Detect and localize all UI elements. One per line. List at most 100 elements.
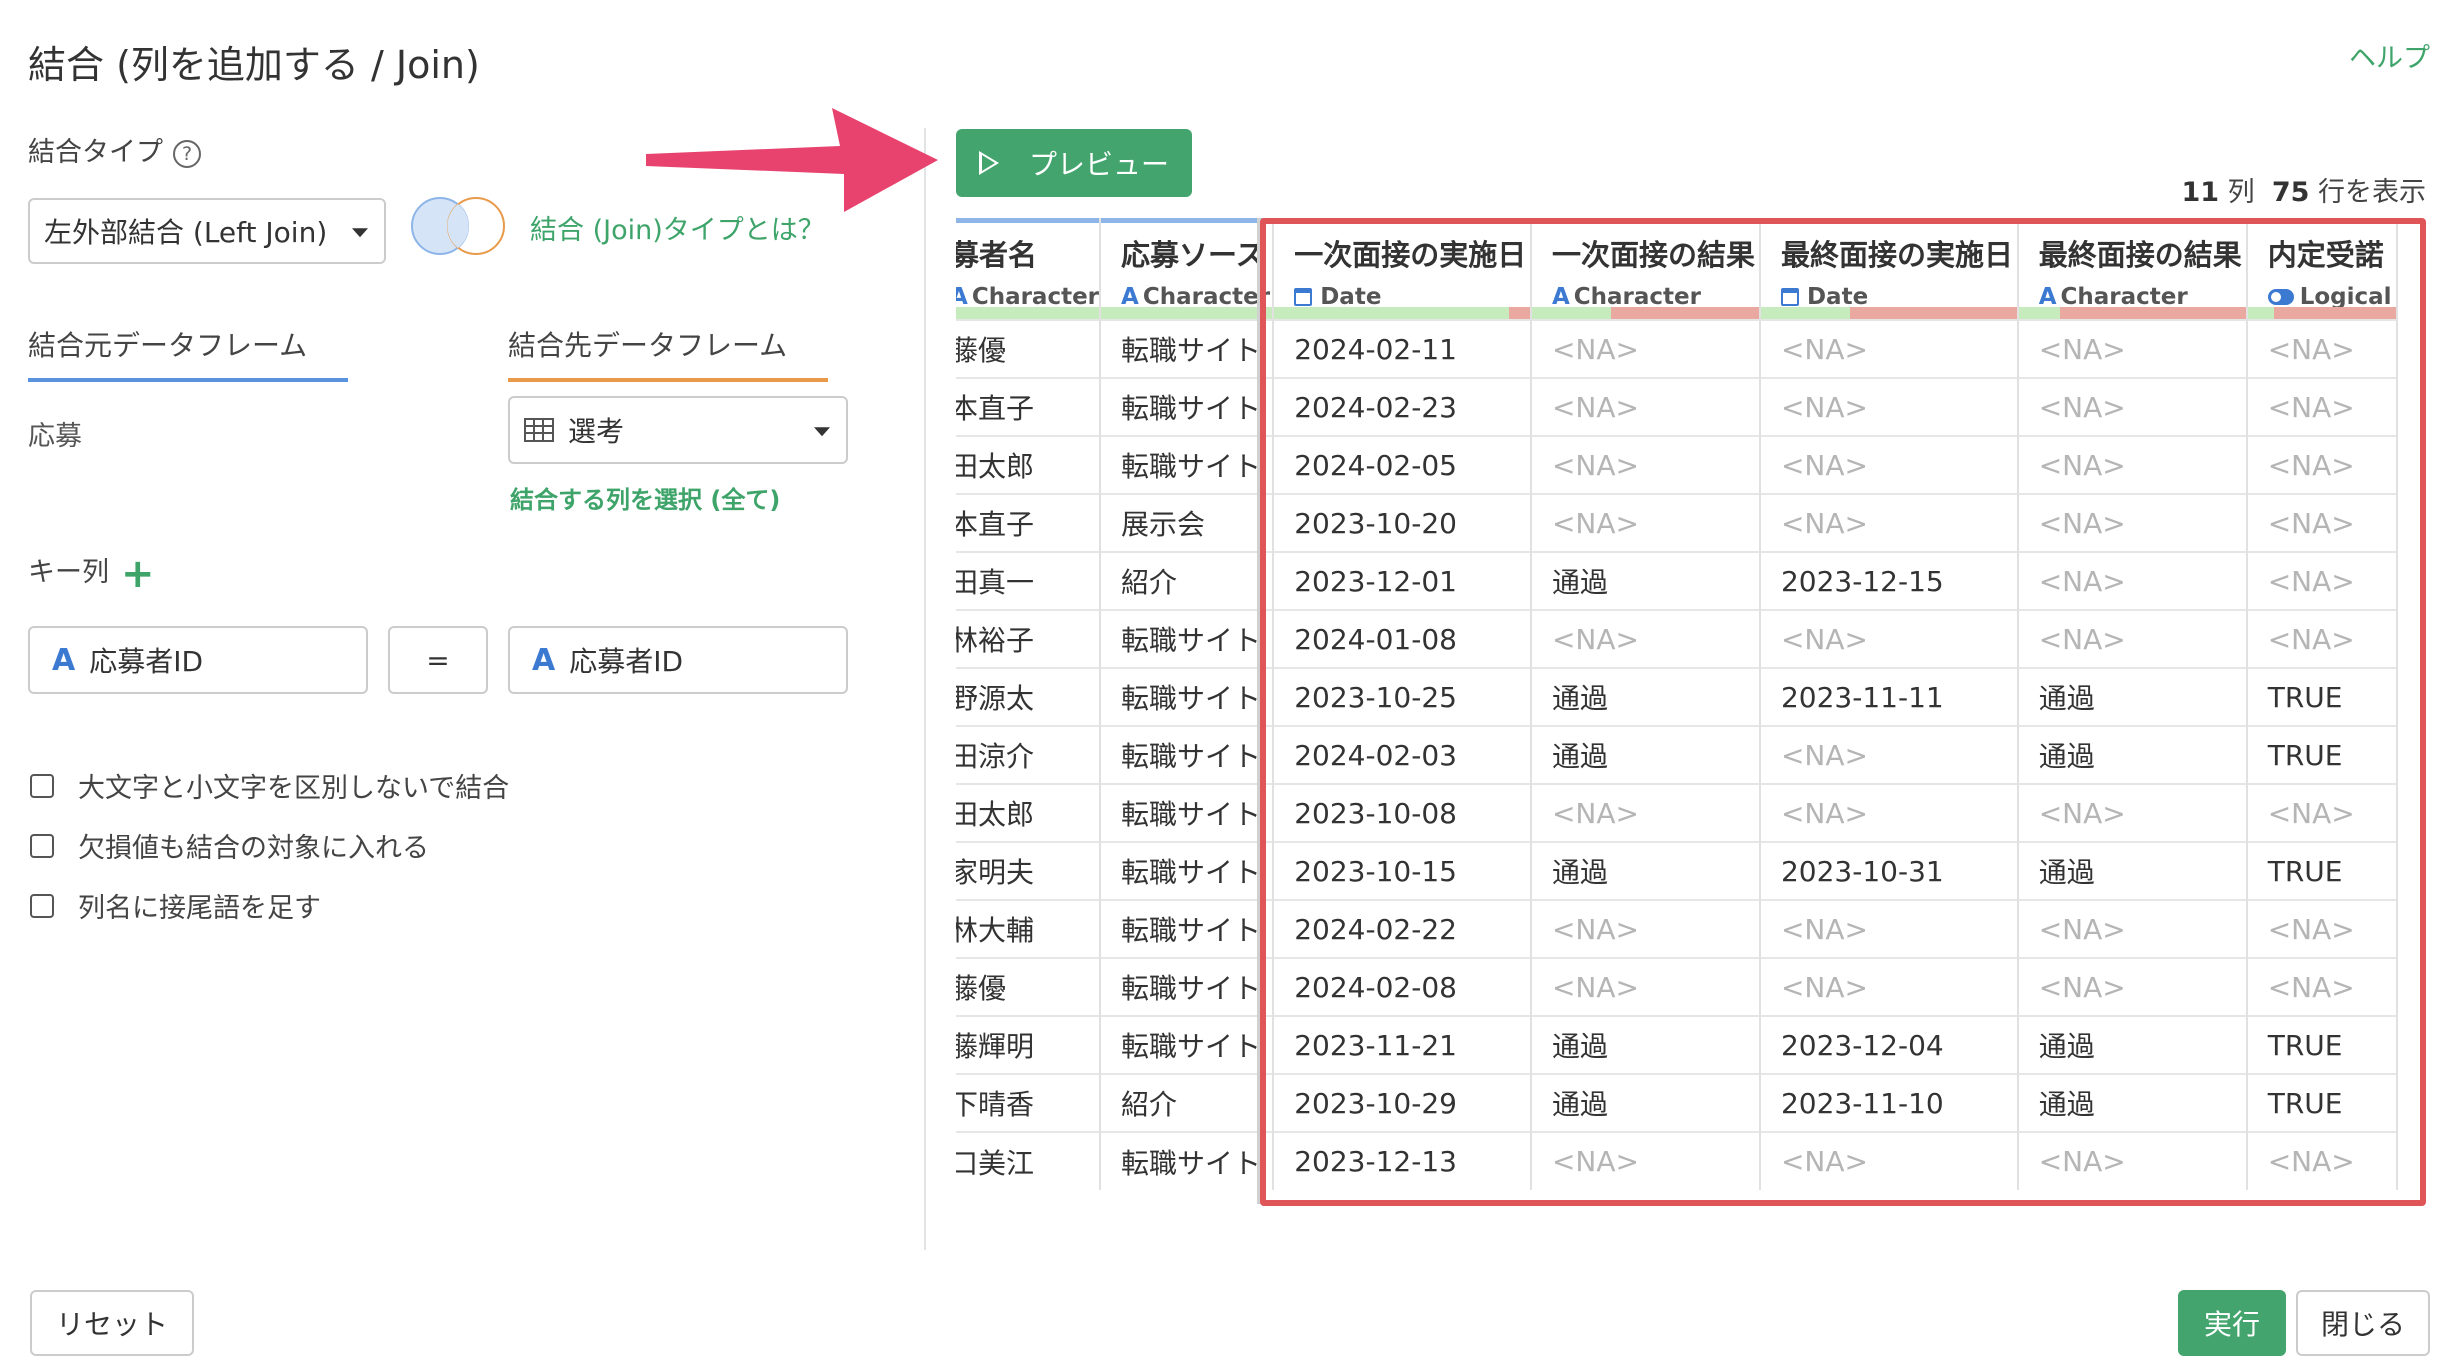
table-cell[interactable]: 紹介 — [1100, 551, 1275, 610]
table-cell[interactable]: 2023-10-20 — [1273, 493, 1532, 552]
table-cell[interactable]: 2024-02-03 — [1273, 725, 1532, 784]
table-cell[interactable]: <NA> — [2017, 783, 2248, 842]
table-cell[interactable]: 展示会 — [1100, 493, 1275, 552]
table-cell[interactable]: <NA> — [2017, 435, 2248, 494]
table-row[interactable]: 田太郎 転職サイト 2023-10-08 <NA> <NA> <NA> <NA> — [956, 783, 2399, 842]
table-cell[interactable]: TRUE — [2246, 841, 2399, 900]
table-cell[interactable]: 2023-12-01 — [1273, 551, 1532, 610]
column-header[interactable]: 募者名ACharacter — [956, 218, 1102, 320]
column-header[interactable]: 一次面接の実施日 Date — [1273, 218, 1532, 320]
table-row[interactable]: 下晴香 紹介 2023-10-29 通過 2023-11-10 通過 TRUE — [956, 1073, 2399, 1132]
table-cell[interactable]: 口美江 — [956, 1131, 1102, 1190]
table-cell[interactable]: 通過 — [2017, 1015, 2248, 1074]
table-cell[interactable]: TRUE — [2246, 725, 2399, 784]
table-cell[interactable]: <NA> — [1530, 609, 1761, 668]
table-cell[interactable]: 2023-10-08 — [1273, 783, 1532, 842]
table-cell[interactable]: <NA> — [1530, 1131, 1761, 1190]
table-cell[interactable]: 2024-02-23 — [1273, 377, 1532, 436]
close-button[interactable]: 閉じる — [2296, 1290, 2430, 1356]
add-key-icon[interactable]: + — [121, 551, 155, 597]
table-cell[interactable]: 通過 — [2017, 725, 2248, 784]
table-cell[interactable]: <NA> — [2017, 493, 2248, 552]
table-cell[interactable]: 林大輔 — [956, 899, 1102, 958]
table-cell[interactable]: 藤優 — [956, 957, 1102, 1016]
table-cell[interactable]: 本直子 — [956, 493, 1102, 552]
table-cell[interactable]: 田太郎 — [956, 435, 1102, 494]
checkbox[interactable] — [30, 893, 54, 918]
table-cell[interactable]: <NA> — [2246, 899, 2399, 958]
table-cell[interactable]: <NA> — [1759, 609, 2019, 668]
table-cell[interactable]: <NA> — [1530, 783, 1761, 842]
table-cell[interactable]: 転職サイト — [1100, 1131, 1275, 1190]
table-cell[interactable]: 田太郎 — [956, 783, 1102, 842]
table-cell[interactable]: 2023-11-11 — [1759, 667, 2019, 726]
table-cell[interactable]: <NA> — [1759, 1131, 2019, 1190]
table-cell[interactable]: 転職サイト — [1100, 899, 1275, 958]
table-row[interactable]: 林裕子 転職サイト 2024-01-08 <NA> <NA> <NA> <NA> — [956, 609, 2399, 668]
table-cell[interactable]: 林裕子 — [956, 609, 1102, 668]
table-row[interactable]: 藤優転職サイト2024-02-08<NA><NA><NA><NA> — [956, 957, 2399, 1016]
run-button[interactable]: 実行 — [2178, 1290, 2286, 1356]
table-row[interactable]: 林大輔 転職サイト 2024-02-22 <NA> <NA> <NA> <NA> — [956, 899, 2399, 958]
table-row[interactable]: 田太郎 転職サイト 2024-02-05 <NA> <NA> <NA> <NA> — [956, 435, 2399, 494]
column-header[interactable]: 内定受諾 Logical — [2246, 218, 2399, 320]
table-cell[interactable]: <NA> — [2017, 1131, 2248, 1190]
table-cell[interactable]: 転職サイト — [1100, 609, 1275, 668]
table-cell[interactable]: <NA> — [1530, 957, 1761, 1016]
table-cell[interactable]: 2023-12-13 — [1273, 1131, 1532, 1190]
table-cell[interactable]: TRUE — [2246, 1015, 2399, 1074]
table-row[interactable]: 本直子 展示会 2023-10-20 <NA> <NA> <NA> <NA> — [956, 493, 2399, 552]
table-cell[interactable]: 2023-11-10 — [1759, 1073, 2019, 1132]
table-cell[interactable]: 2024-02-05 — [1273, 435, 1532, 494]
table-cell[interactable]: 2024-02-11 — [1273, 319, 1532, 378]
table-cell[interactable]: 転職サイト — [1100, 725, 1275, 784]
column-header[interactable]: 一次面接の結果 A Character — [1530, 218, 1761, 320]
table-cell[interactable]: <NA> — [2246, 1131, 2399, 1190]
column-header[interactable]: 応募ソース A Character — [1100, 218, 1275, 320]
table-cell[interactable]: 転職サイト — [1100, 783, 1275, 842]
table-cell[interactable]: 通過 — [1530, 1073, 1761, 1132]
checkbox[interactable] — [30, 833, 54, 858]
table-cell[interactable]: 藤優 — [956, 319, 1102, 378]
table-row[interactable]: 本直子 転職サイト 2024-02-23 <NA> <NA> <NA> <NA> — [956, 377, 2399, 436]
table-cell[interactable]: 2024-02-08 — [1273, 957, 1532, 1016]
preview-button[interactable]: プレビュー — [956, 129, 1192, 197]
table-cell[interactable]: <NA> — [1530, 319, 1761, 378]
join-type-select[interactable]: 左外部結合 (Left Join) — [28, 198, 386, 264]
table-row[interactable]: 野源太 転職サイト 2023-10-25 通過 2023-11-11 通過 TRUE — [956, 667, 2399, 726]
table-cell[interactable]: <NA> — [2246, 783, 2399, 842]
table-cell[interactable]: 紹介 — [1100, 1073, 1275, 1132]
table-cell[interactable]: 2023-12-15 — [1759, 551, 2019, 610]
table-cell[interactable]: 通過 — [1530, 725, 1761, 784]
preview-table[interactable]: 募者名ACharacter応募ソースACharacter一次面接の実施日Date… — [956, 218, 2424, 1204]
column-header[interactable]: 最終面接の結果 A Character — [2017, 218, 2248, 320]
table-cell[interactable]: 通過 — [2017, 841, 2248, 900]
table-cell[interactable]: 本直子 — [956, 377, 1102, 436]
table-cell[interactable]: <NA> — [1759, 377, 2019, 436]
table-cell[interactable]: <NA> — [2246, 377, 2399, 436]
tab-source-dataframe[interactable]: 結合元データフレーム — [28, 324, 348, 382]
tab-target-dataframe[interactable]: 結合先データフレーム — [508, 324, 828, 382]
table-row[interactable]: 口美江 転職サイト 2023-12-13 <NA> <NA> <NA> <NA> — [956, 1131, 2399, 1190]
table-row[interactable]: 藤輝明 転職サイト 2023-11-21 通過 2023-12-04 通過 TRUE — [956, 1015, 2399, 1074]
table-cell[interactable]: 2023-10-29 — [1273, 1073, 1532, 1132]
column-header[interactable]: 最終面接の実施日 Date — [1759, 218, 2019, 320]
table-cell[interactable]: <NA> — [1530, 377, 1761, 436]
table-cell[interactable]: <NA> — [2246, 435, 2399, 494]
table-cell[interactable]: 通過 — [1530, 841, 1761, 900]
table-cell[interactable]: 転職サイト — [1100, 957, 1275, 1016]
table-cell[interactable]: 通過 — [2017, 1073, 2248, 1132]
table-cell[interactable]: 2023-10-15 — [1273, 841, 1532, 900]
table-cell[interactable]: 2023-11-21 — [1273, 1015, 1532, 1074]
table-cell[interactable]: <NA> — [1759, 493, 2019, 552]
table-cell[interactable]: TRUE — [2246, 1073, 2399, 1132]
table-cell[interactable]: <NA> — [2017, 609, 2248, 668]
reset-button[interactable]: リセット — [30, 1290, 194, 1356]
table-cell[interactable]: 2024-02-22 — [1273, 899, 1532, 958]
table-cell[interactable]: 転職サイト — [1100, 667, 1275, 726]
table-cell[interactable]: 2023-10-25 — [1273, 667, 1532, 726]
table-cell[interactable]: 2024-01-08 — [1273, 609, 1532, 668]
table-cell[interactable]: 通過 — [2017, 667, 2248, 726]
table-cell[interactable]: <NA> — [2017, 319, 2248, 378]
table-cell[interactable]: <NA> — [1759, 319, 2019, 378]
